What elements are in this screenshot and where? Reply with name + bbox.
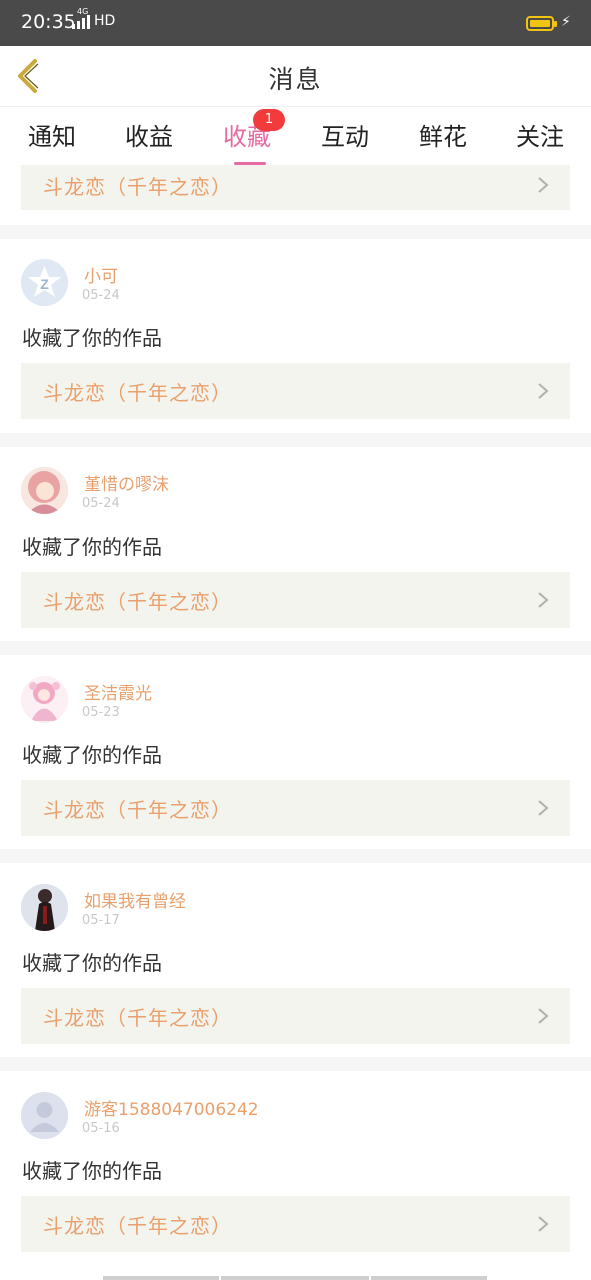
network-indicator: 4G HD [72,7,116,29]
user-name[interactable]: 堇惜の嘐沫 [84,470,169,495]
action-text: 收藏了你的作品 [22,743,162,767]
tab-label: 收益 [125,123,173,151]
pink-hair-girl-avatar-icon [21,467,68,514]
tab-label: 关注 [516,123,564,151]
hd-label: HD [94,13,116,29]
tab-follow[interactable]: 关注 [500,117,580,152]
work-card[interactable]: 斗龙恋（千年之恋） [21,1196,570,1252]
default-user-avatar-icon [21,1092,68,1139]
divider [0,641,591,655]
dark-figure-avatar-icon [21,884,68,931]
tab-notice[interactable]: 通知 [12,117,92,152]
avatar[interactable] [21,1092,68,1139]
z-logo-avatar-icon: Z [21,259,68,306]
status-bar: 20:35 4G HD ⚡ [0,0,591,46]
tab-earnings[interactable]: 收益 [109,117,189,152]
divider [0,433,591,447]
chevron-right-icon [538,800,549,816]
chevron-right-icon [538,592,549,608]
user-name[interactable]: 圣洁霞光 [84,679,152,704]
action-text: 收藏了你的作品 [22,326,162,350]
work-card[interactable]: 斗龙恋（千年之恋） [21,363,570,419]
svg-text:Z: Z [40,276,49,292]
work-card[interactable]: 斗龙恋（千年之恋） [21,165,570,210]
divider [0,1057,591,1071]
avatar[interactable]: Z [21,259,68,306]
divider [0,849,591,863]
page-header: 消息 [0,46,591,107]
bottom-edge-segment [221,1276,369,1280]
divider [0,225,591,239]
work-title: 斗龙恋（千年之恋） [43,1006,232,1030]
charging-icon: ⚡ [561,14,571,30]
network-type: 4G [77,7,89,16]
status-time: 20:35 [21,11,76,33]
item-date: 05-16 [82,1121,120,1136]
action-text: 收藏了你的作品 [22,951,162,975]
tab-label: 通知 [28,123,76,151]
work-card[interactable]: 斗龙恋（千年之恋） [21,572,570,628]
avatar[interactable] [21,884,68,931]
item-date: 05-24 [82,288,120,303]
battery-icon [526,16,557,31]
tab-label: 鲜花 [419,123,467,151]
user-name[interactable]: 小可 [84,262,118,287]
chevron-right-icon [538,1216,549,1232]
avatar[interactable] [21,676,68,723]
chevron-right-icon [538,177,549,193]
work-card[interactable]: 斗龙恋（千年之恋） [21,780,570,836]
work-title: 斗龙恋（千年之恋） [43,175,232,199]
item-date: 05-17 [82,913,120,928]
tab-bar: 通知 收益 收藏 1 互动 鲜花 关注 [0,107,591,165]
bottom-edge-segment [103,1276,219,1280]
user-name[interactable]: 游客1588047006242 [84,1095,259,1120]
chevron-right-icon [538,1008,549,1024]
chevron-right-icon [538,383,549,399]
user-name[interactable]: 如果我有曾经 [84,887,186,912]
work-title: 斗龙恋（千年之恋） [43,590,232,614]
tab-favorites[interactable]: 收藏 1 [207,109,287,165]
tab-flowers[interactable]: 鲜花 [403,117,483,152]
bottom-edge-segment [371,1276,487,1280]
page-title: 消息 [268,65,323,94]
work-title: 斗龙恋（千年之恋） [43,381,232,405]
avatar[interactable] [21,467,68,514]
item-date: 05-23 [82,705,120,720]
work-title: 斗龙恋（千年之恋） [43,798,232,822]
work-card[interactable]: 斗龙恋（千年之恋） [21,988,570,1044]
tab-label: 互动 [321,123,369,151]
unread-badge: 1 [253,109,285,131]
work-title: 斗龙恋（千年之恋） [43,1214,232,1238]
action-text: 收藏了你的作品 [22,535,162,559]
action-text: 收藏了你的作品 [22,1159,162,1183]
pink-anime-avatar-icon [21,676,68,723]
tab-interaction[interactable]: 互动 [305,117,385,152]
item-date: 05-24 [82,496,120,511]
